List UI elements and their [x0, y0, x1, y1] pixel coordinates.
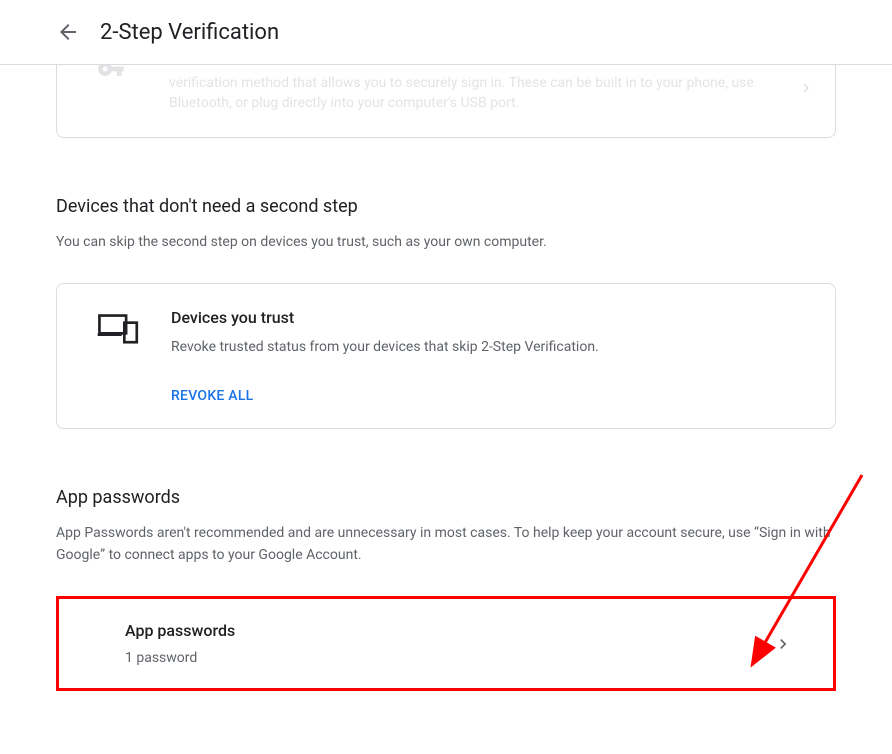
app-passwords-count: 1 password	[125, 650, 773, 666]
trusted-devices-section-desc: You can skip the second step on devices …	[56, 231, 836, 253]
page-header: 2-Step Verification	[0, 0, 892, 65]
chevron-right-icon	[797, 79, 815, 97]
page-title: 2-Step Verification	[100, 20, 279, 45]
back-arrow-icon[interactable]	[56, 20, 80, 44]
app-passwords-section-desc: App Passwords aren't recommended and are…	[56, 522, 836, 566]
app-passwords-card-title: App passwords	[125, 621, 773, 640]
security-key-icon	[97, 65, 125, 83]
app-passwords-section: App passwords App Passwords aren't recom…	[56, 487, 836, 691]
devices-icon	[97, 308, 153, 344]
app-passwords-section-title: App passwords	[56, 487, 836, 508]
trusted-devices-section: Devices that don't need a second step Yo…	[56, 196, 836, 429]
trusted-devices-card: Devices you trust Revoke trusted status …	[56, 283, 836, 429]
main-content: Security Key verification method that al…	[0, 65, 892, 691]
trusted-devices-card-title: Devices you trust	[171, 308, 795, 327]
security-key-description: verification method that allows you to s…	[169, 75, 754, 111]
security-key-card[interactable]: Security Key verification method that al…	[56, 65, 836, 138]
trusted-devices-section-title: Devices that don't need a second step	[56, 196, 836, 217]
app-passwords-card[interactable]: App passwords 1 password	[56, 596, 836, 691]
trusted-devices-card-text: Revoke trusted status from your devices …	[171, 337, 795, 357]
security-key-title: Security Key	[169, 65, 791, 67]
revoke-all-button[interactable]: REVOKE ALL	[171, 388, 253, 404]
chevron-right-icon	[773, 634, 793, 654]
